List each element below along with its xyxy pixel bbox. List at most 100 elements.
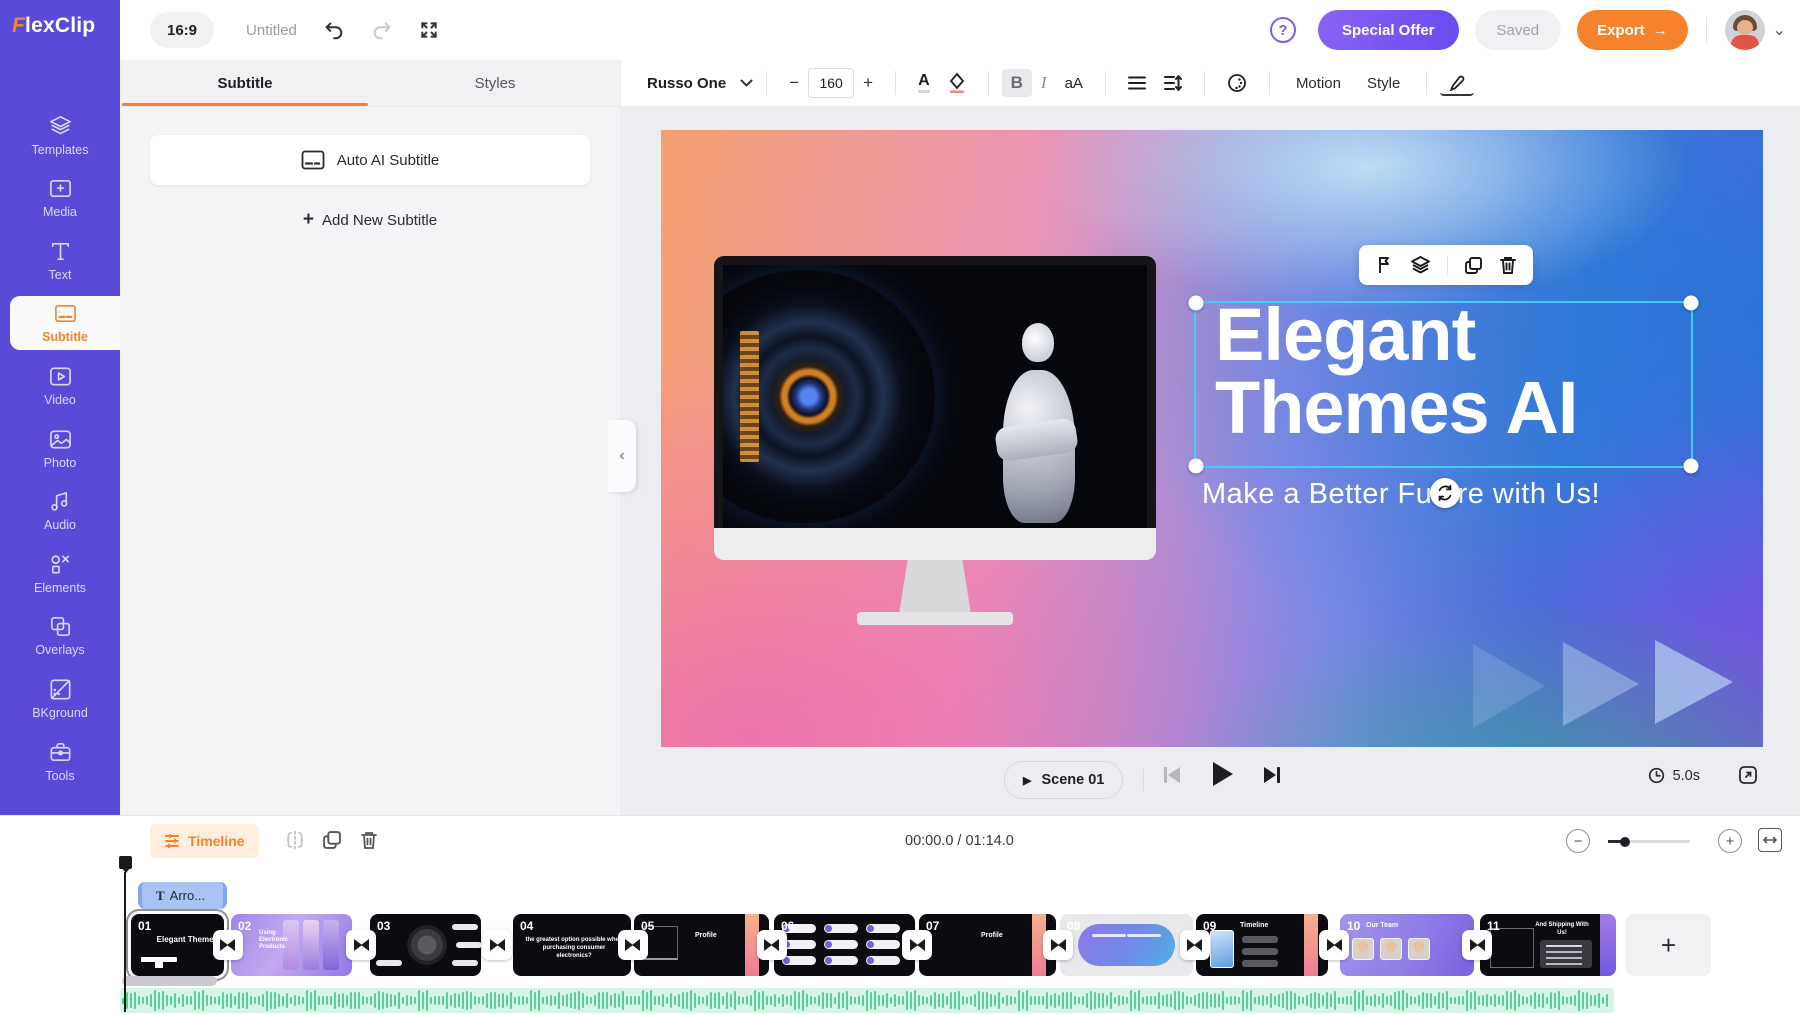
selection-handle-se[interactable] [1684, 459, 1699, 474]
tab-styles[interactable]: Styles [370, 60, 620, 106]
sidebar-item-label: Video [44, 393, 76, 407]
video-canvas[interactable]: Elegant Themes AI Make a Better Future w… [661, 130, 1763, 747]
selection-handle-ne[interactable] [1684, 296, 1699, 311]
scene-caption: Using Electronic Products [259, 930, 289, 952]
duplicate-icon[interactable] [322, 830, 342, 850]
audio-waveform-track[interactable] [120, 988, 1614, 1013]
scene-duration[interactable]: 5.0s [1648, 767, 1700, 784]
prev-scene-button[interactable] [1161, 763, 1183, 787]
rotate-handle[interactable] [1430, 478, 1460, 508]
trash-icon[interactable] [360, 830, 378, 850]
timeline-scene-clip-02[interactable]: 02Using Electronic Products [231, 914, 352, 976]
highlight-color-button[interactable] [939, 68, 975, 98]
transition-button[interactable] [482, 930, 512, 960]
sidebar-item-media[interactable]: Media [0, 171, 120, 225]
project-title[interactable]: Untitled [246, 22, 297, 39]
add-new-subtitle-button[interactable]: + Add New Subtitle [120, 205, 620, 235]
timeline-scene-clip-10[interactable]: 10Our Team [1340, 914, 1474, 976]
flexclip-logo[interactable]: FlexClip [12, 14, 95, 38]
timeline-scene-clip-06[interactable]: 06 [774, 914, 915, 976]
transition-button[interactable] [757, 930, 787, 960]
account-chevron-down-icon[interactable]: ⌄ [1773, 20, 1786, 40]
preview-fullscreen-icon[interactable] [1738, 765, 1758, 785]
scene-button[interactable]: ▶ Scene 01 [1004, 761, 1123, 799]
font-size-value[interactable]: 160 [808, 68, 854, 98]
timeline-scene-clip-04[interactable]: 04the greatest option possible when purc… [513, 914, 631, 976]
pen-tool-button[interactable] [1440, 71, 1474, 96]
selection-box[interactable] [1194, 301, 1693, 468]
motion-button[interactable]: Motion [1283, 75, 1354, 92]
timeline-scene-clip-09[interactable]: 09Timeline [1196, 914, 1328, 976]
fullscreen-icon[interactable] [419, 20, 439, 40]
canvas-subtitle-text[interactable]: Make a Better Future with Us! [1198, 478, 1604, 511]
monitor-graphic [714, 256, 1156, 532]
sidebar-item-photo[interactable]: Photo [0, 421, 120, 475]
timeline-scene-clip-11[interactable]: 11And Shipping With Us! [1480, 914, 1616, 976]
transition-button[interactable] [346, 930, 376, 960]
aspect-ratio-button[interactable]: 16:9 [150, 12, 214, 48]
timeline-scene-clip-08[interactable]: 08 [1060, 914, 1193, 976]
sidebar-item-text[interactable]: Text [0, 233, 120, 287]
flag-icon[interactable] [1376, 255, 1394, 275]
help-icon[interactable]: ? [1270, 17, 1296, 43]
italic-button[interactable]: I [1032, 69, 1056, 97]
duplicate-icon[interactable] [1464, 256, 1483, 275]
special-offer-button[interactable]: Special Offer [1318, 10, 1459, 50]
style-button[interactable]: Style [1354, 75, 1413, 92]
trash-icon[interactable] [1499, 255, 1517, 275]
avatar[interactable] [1725, 10, 1765, 50]
color-wheel-button[interactable] [1218, 69, 1256, 97]
sidebar-item-audio[interactable]: Audio [0, 484, 120, 538]
zoom-in-button[interactable]: + [1718, 829, 1742, 853]
text-case-button[interactable]: aA [1056, 71, 1092, 96]
transition-button[interactable] [1180, 930, 1210, 960]
sidebar-item-tools[interactable]: Tools [0, 734, 120, 788]
tab-subtitle[interactable]: Subtitle [120, 60, 370, 106]
redo-icon[interactable] [371, 19, 393, 41]
sidebar-item-elements[interactable]: Elements [0, 546, 120, 600]
export-button[interactable]: Export→ [1577, 10, 1688, 50]
timeline-scene-clip-05[interactable]: 05Profile [634, 914, 769, 976]
timeline-scene-clip-01[interactable]: 01Elegant Themes [131, 914, 224, 976]
add-scene-button[interactable]: + [1626, 914, 1711, 976]
split-icon[interactable] [285, 830, 305, 850]
sidebar-item-bkground[interactable]: BKground [0, 671, 120, 725]
font-size-increase-button[interactable]: + [854, 73, 882, 93]
timeline-scrollbar-thumb[interactable] [122, 976, 217, 986]
undo-icon[interactable] [323, 19, 345, 41]
auto-ai-subtitle-button[interactable]: Auto AI Subtitle [150, 135, 590, 185]
transition-button[interactable] [618, 930, 648, 960]
fit-timeline-button[interactable] [1758, 828, 1782, 852]
next-scene-button[interactable] [1261, 763, 1283, 787]
timecode: 00:00.0 / 01:14.0 [905, 833, 1014, 849]
timeline-zoom-slider[interactable] [1608, 840, 1690, 843]
font-size-decrease-button[interactable]: − [780, 73, 808, 93]
selection-handle-sw[interactable] [1189, 459, 1204, 474]
selection-handle-nw[interactable] [1189, 296, 1204, 311]
timeline-scene-clip-03[interactable]: 03 [370, 914, 481, 976]
align-button[interactable] [1119, 72, 1155, 94]
transition-button[interactable] [1319, 930, 1349, 960]
photo-icon [48, 427, 73, 452]
panel-collapse-handle[interactable]: ‹ [608, 420, 636, 492]
timeline-text-clip[interactable]: T Arro... [138, 882, 227, 909]
font-family-select[interactable]: Russo One [647, 75, 753, 92]
sidebar-item-subtitle[interactable]: Subtitle [10, 296, 120, 350]
sidebar-item-templates[interactable]: Templates [0, 108, 120, 162]
sidebar-item-overlays[interactable]: Overlays [0, 609, 120, 663]
playhead-handle[interactable] [119, 856, 132, 869]
text-color-button[interactable]: A [909, 69, 939, 97]
bold-button[interactable]: B [1002, 69, 1032, 97]
zoom-out-button[interactable]: − [1566, 829, 1590, 853]
play-button[interactable] [1209, 760, 1235, 788]
line-spacing-button[interactable] [1155, 71, 1191, 95]
topbar: 16:9 Untitled ? Special Offer Saved Expo… [120, 0, 1800, 60]
transition-button[interactable] [1043, 930, 1073, 960]
transition-button[interactable] [1462, 930, 1492, 960]
sidebar-item-video[interactable]: Video [0, 358, 120, 412]
timeline-scene-clip-07[interactable]: 07Profile [919, 914, 1056, 976]
transition-button[interactable] [902, 930, 932, 960]
timeline-toggle-button[interactable]: Timeline [150, 824, 259, 858]
layers-icon[interactable] [1410, 255, 1431, 275]
transition-button[interactable] [213, 930, 243, 960]
